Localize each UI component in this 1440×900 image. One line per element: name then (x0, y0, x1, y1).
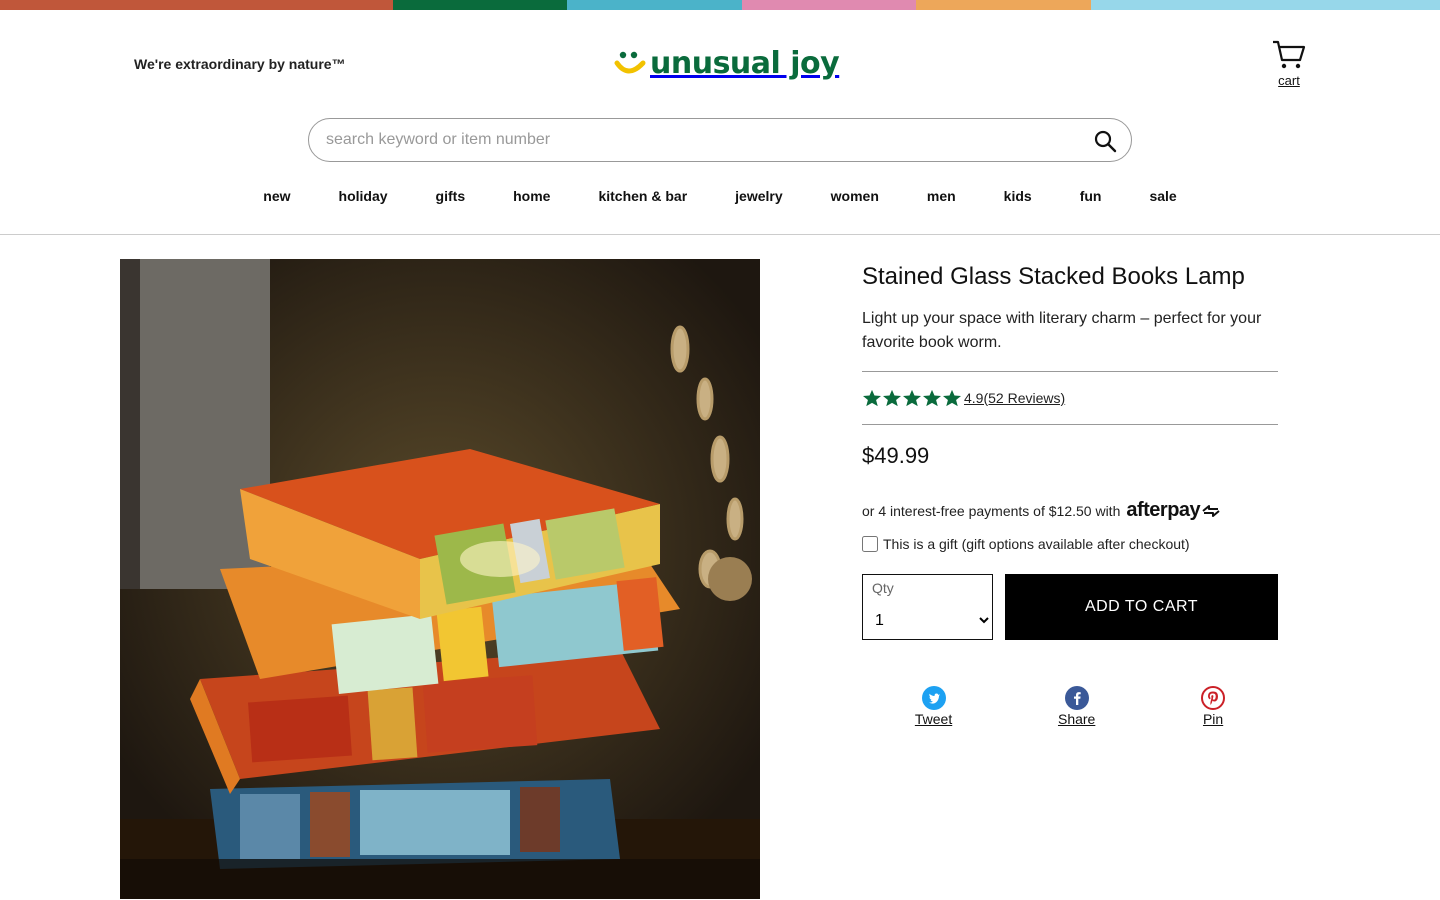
afterpay-text: or 4 interest-free payments of $12.50 wi… (862, 502, 1121, 519)
gift-option[interactable]: This is a gift (gift options available a… (862, 536, 1278, 552)
search-icon[interactable] (1093, 129, 1117, 153)
pinterest-pin-link[interactable]: Pin (1201, 686, 1226, 727)
quantity-select-box: Qty 1 (862, 574, 993, 640)
nav-item-kitchen-bar[interactable]: kitchen & bar (598, 188, 687, 204)
nav-item-women[interactable]: women (831, 188, 879, 204)
reviews-link[interactable]: 4.9(52 Reviews) (964, 390, 1065, 406)
rating-stars (862, 389, 962, 407)
cart-label: cart (1278, 73, 1300, 88)
tweet-label: Tweet (914, 711, 953, 727)
nav-item-kids[interactable]: kids (1004, 188, 1032, 204)
logo-text: unusual joy (650, 46, 840, 81)
product-info: Stained Glass Stacked Books Lamp Light u… (862, 259, 1278, 727)
nav-item-gifts[interactable]: gifts (436, 188, 466, 204)
search-input[interactable] (309, 119, 1069, 161)
buy-row: Qty 1 ADD TO CART (862, 574, 1278, 640)
star-icon (923, 389, 941, 407)
facebook-icon (1064, 686, 1089, 710)
afterpay-logo[interactable]: afterpay (1126, 499, 1200, 522)
main-nav: new holiday gifts home kitchen & bar jew… (0, 188, 1440, 204)
gift-checkbox[interactable] (862, 536, 878, 552)
stripe-segment (742, 0, 916, 10)
gift-label: This is a gift (gift options available a… (883, 536, 1190, 552)
cart-icon (1273, 40, 1306, 69)
divider (862, 424, 1278, 425)
product-description: Light up your space with literary charm … (862, 310, 1262, 351)
qty-label: Qty (872, 580, 894, 596)
site-header: We're extraordinary by nature™ unusual j… (0, 10, 1440, 110)
header-divider (0, 234, 1440, 235)
add-to-cart-button[interactable]: ADD TO CART (1005, 574, 1278, 640)
facebook-share-link[interactable]: Share (1058, 686, 1095, 727)
pin-label: Pin (1202, 711, 1224, 727)
site-logo[interactable]: unusual joy (614, 46, 840, 81)
tweet-link[interactable]: Tweet (915, 686, 952, 727)
rating-row: 4.9(52 Reviews) (862, 372, 1278, 424)
search-bar (308, 118, 1132, 162)
nav-item-home[interactable]: home (513, 188, 550, 204)
top-color-stripe (0, 0, 1440, 10)
product-price: $49.99 (862, 443, 930, 468)
tagline: We're extraordinary by nature™ (134, 56, 346, 72)
afterpay-arrows-icon (1202, 504, 1220, 517)
cart-link[interactable]: cart (1270, 40, 1308, 88)
star-icon (863, 389, 881, 407)
nav-item-sale[interactable]: sale (1149, 188, 1176, 204)
stacked-books-lamp-image (120, 259, 760, 899)
nav-item-new[interactable]: new (263, 188, 290, 204)
nav-item-men[interactable]: men (927, 188, 956, 204)
share-label: Share (1057, 711, 1096, 727)
nav-item-jewelry[interactable]: jewelry (735, 188, 782, 204)
stripe-segment (1091, 0, 1440, 10)
star-icon (903, 389, 921, 407)
smile-logo-icon (614, 51, 646, 73)
product-title: Stained Glass Stacked Books Lamp (862, 263, 1245, 290)
stripe-segment (0, 0, 393, 10)
afterpay-row: or 4 interest-free payments of $12.50 wi… (862, 499, 1278, 522)
share-row: Tweet Share Pin (862, 686, 1278, 727)
stripe-segment (393, 0, 567, 10)
twitter-icon (921, 686, 946, 710)
pinterest-icon (1201, 686, 1226, 710)
stripe-segment (567, 0, 742, 10)
product-image[interactable] (120, 259, 760, 899)
stripe-segment (916, 0, 1091, 10)
star-icon (883, 389, 901, 407)
nav-item-holiday[interactable]: holiday (339, 188, 388, 204)
nav-item-fun[interactable]: fun (1080, 188, 1102, 204)
star-icon (943, 389, 961, 407)
quantity-select[interactable]: 1 (871, 609, 992, 631)
